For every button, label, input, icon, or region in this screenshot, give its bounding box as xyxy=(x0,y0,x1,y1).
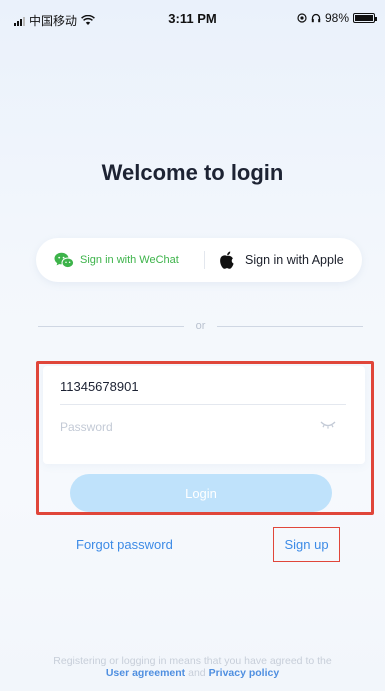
battery-percent: 98% xyxy=(324,11,349,25)
divider-line-left xyxy=(38,325,184,327)
apple-login-button[interactable]: Sign in with Apple xyxy=(205,238,362,282)
footer-links: User agreement and Privacy policy xyxy=(0,667,385,679)
wechat-icon xyxy=(54,252,74,268)
user-agreement-link[interactable]: User agreement xyxy=(106,667,185,679)
signup-link[interactable]: Sign up xyxy=(284,537,328,552)
phone-input[interactable] xyxy=(60,370,350,402)
apple-icon xyxy=(220,251,234,269)
wechat-login-label: Sign in with WeChat xyxy=(80,254,179,266)
eye-closed-icon[interactable] xyxy=(320,420,336,430)
field-divider xyxy=(60,404,346,405)
location-icon xyxy=(297,13,307,23)
wechat-login-button[interactable]: Sign in with WeChat xyxy=(36,238,204,282)
signup-highlight-box: Sign up xyxy=(273,527,340,562)
status-bar: 中国移动 3:11 PM 98% xyxy=(0,0,385,36)
battery-icon xyxy=(353,13,377,23)
forgot-password-link[interactable]: Forgot password xyxy=(76,537,173,552)
footer-notice: Registering or logging in means that you… xyxy=(0,655,385,679)
login-button[interactable]: Login xyxy=(70,474,332,512)
divider-text: or xyxy=(195,320,206,332)
divider-line-right xyxy=(217,325,363,327)
footer-line: Registering or logging in means that you… xyxy=(53,655,332,667)
or-divider: or xyxy=(38,316,363,336)
battery-fill xyxy=(355,15,373,21)
page-title: Welcome to login xyxy=(101,160,284,185)
social-login-bar: Sign in with WeChat Sign in with Apple xyxy=(36,238,362,282)
privacy-policy-link[interactable]: Privacy policy xyxy=(209,667,280,679)
status-right: 98% xyxy=(297,11,377,25)
footer-and: and xyxy=(188,667,206,679)
password-input[interactable] xyxy=(60,412,310,442)
apple-login-label: Sign in with Apple xyxy=(245,253,344,267)
headphones-icon xyxy=(311,13,321,23)
